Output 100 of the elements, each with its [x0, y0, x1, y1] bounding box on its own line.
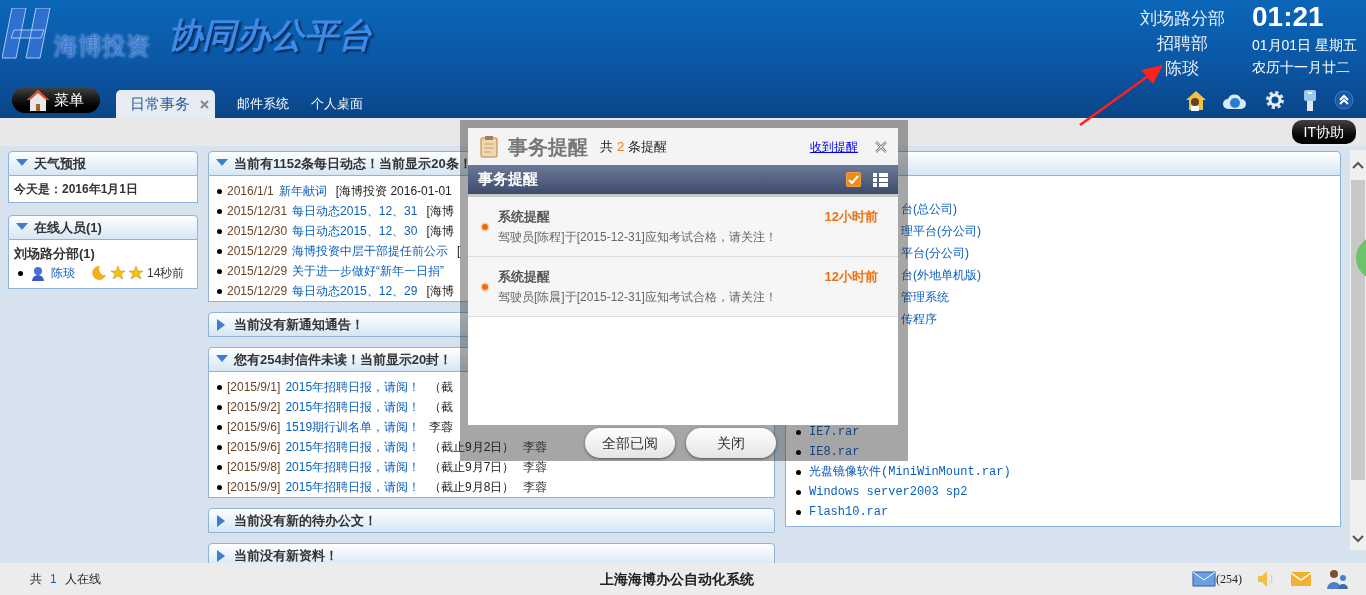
item-link[interactable]: 每日动态2015、12、29: [292, 282, 418, 300]
item-link[interactable]: 2015年招聘日报，请阅！: [285, 378, 421, 396]
panel-title: 当前没有新资料！: [234, 546, 338, 563]
reminder-time: 12小时前: [824, 207, 878, 226]
group-name: 刘场路分部(1): [14, 245, 96, 263]
download-link[interactable]: 传程序: [901, 310, 937, 328]
online-count: 1: [50, 571, 57, 588]
bullet-icon: [217, 444, 222, 450]
date-text: 2015/12/30: [227, 223, 288, 240]
list-view-icon[interactable]: [873, 172, 888, 187]
item-link[interactable]: 2015年招聘日报，请阅！: [285, 398, 421, 416]
select-all-checkbox[interactable]: [846, 172, 861, 187]
download-link[interactable]: Flash10.rar: [809, 503, 889, 521]
item-link[interactable]: 2015年招聘日报，请阅！: [285, 478, 421, 496]
panel-title: 当前没有新的待办公文！: [234, 511, 377, 530]
users-icon[interactable]: [1326, 569, 1348, 589]
reminder-count: 2: [617, 137, 625, 156]
download-link[interactable]: 台(总公司): [901, 200, 957, 218]
bullet-icon: [796, 429, 801, 435]
panel-header[interactable]: 当前没有新的待办公文！: [208, 508, 775, 533]
panel-header[interactable]: 天气预报: [8, 151, 198, 176]
tab[interactable]: 邮件系统: [237, 90, 289, 118]
reminder-item[interactable]: 系统提醒 12小时前 驾驶员[陈程]于[2015-12-31]应知考试合格，请关注！: [468, 197, 898, 257]
star-icon: [111, 266, 125, 280]
it-help-button[interactable]: IT协助: [1291, 120, 1356, 144]
reminder-message: 驾驶员[陈晨]于[2015-12-31]应知考试合格，请关注！: [498, 289, 778, 307]
bullet-icon: [217, 208, 222, 214]
last-seen: 14秒前: [147, 265, 185, 282]
author-name: 李蓉: [523, 479, 548, 496]
item-note: [海博: [426, 283, 454, 300]
scrollbar[interactable]: [1350, 150, 1366, 550]
download-link[interactable]: 光盘镜像软件(MiniWinMount.rar): [809, 463, 1011, 481]
received-link[interactable]: 收到提醒: [810, 137, 858, 156]
clock-time: 01:21: [1252, 2, 1325, 32]
download-link[interactable]: Windows server2003 sp2: [809, 483, 968, 501]
bullet-icon: [796, 449, 801, 455]
dialog-title: 事务提醒: [508, 134, 588, 160]
reminder-message: 驾驶员[陈程]于[2015-12-31]应知考试合格，请关注！: [498, 229, 778, 247]
item-note: 李蓉: [429, 419, 454, 436]
download-link[interactable]: IE7.rar: [809, 423, 860, 441]
item-note: [海博: [426, 203, 454, 220]
download-link[interactable]: 管理系统: [901, 288, 949, 306]
item-note: （截: [429, 379, 454, 396]
panel-title: 当前没有新通知通告！: [234, 315, 364, 334]
panel-header[interactable]: 当前没有新资料！: [208, 543, 775, 563]
bullet-icon: [217, 268, 222, 274]
usb-key-icon[interactable]: [1302, 89, 1318, 111]
bullet-icon: [796, 469, 801, 475]
reminder-time: 12小时前: [824, 267, 878, 286]
menu-button[interactable]: 菜单: [12, 87, 100, 113]
bullet-icon: [796, 489, 801, 495]
item-link[interactable]: 每日动态2015、12、31: [292, 202, 418, 220]
bullet-icon: [18, 270, 23, 276]
bullet-icon: [217, 484, 222, 490]
item-note: （截: [429, 399, 454, 416]
item-link[interactable]: 海博投资中层干部提任前公示: [292, 242, 449, 260]
bullet-icon: [217, 404, 222, 410]
bullet-icon: [217, 248, 222, 254]
dialog-button[interactable]: 全部已阅: [585, 428, 675, 458]
settings-icon[interactable]: [1264, 89, 1286, 111]
bullet-icon: [217, 228, 222, 234]
dialog-button[interactable]: 关闭: [686, 428, 776, 458]
mail-count: (254): [1216, 571, 1242, 588]
close-icon[interactable]: [200, 99, 209, 109]
item-link[interactable]: 1519期行训名单，请阅！: [285, 418, 421, 436]
date-text: 2015/12/29: [227, 283, 288, 300]
platform-title: 协同办公平台: [168, 18, 372, 52]
department-name: 招聘部: [1156, 33, 1208, 55]
weather-text: 今天是：2016年1月1日: [14, 181, 140, 197]
item-link[interactable]: 2015年招聘日报，请阅！: [285, 438, 421, 456]
item-note: （截止9月2日）: [429, 439, 515, 456]
clipboard-icon: [480, 135, 498, 158]
mail-icon[interactable]: [1192, 569, 1216, 589]
download-link[interactable]: IE8.rar: [809, 443, 860, 461]
reminder-item[interactable]: 系统提醒 12小时前 驾驶员[陈晨]于[2015-12-31]应知考试合格，请关注！: [468, 257, 898, 317]
bullet-icon: [217, 384, 222, 390]
home-user-icon[interactable]: [1184, 89, 1206, 111]
date-text: [2015/9/8]: [227, 459, 281, 476]
panel-title: 天气预报: [34, 154, 86, 173]
panel-title: 您有254封信件未读！当前显示20封！: [234, 350, 453, 369]
download-link[interactable]: 理平台(分公司): [901, 222, 981, 240]
item-link[interactable]: 2015年招聘日报，请阅！: [285, 458, 421, 476]
item-link[interactable]: 每日动态2015、12、30: [292, 222, 418, 240]
panel-title: 当前有1152条每日动态！当前显示20条！: [234, 154, 472, 173]
collapse-up-icon[interactable]: [1334, 90, 1354, 110]
item-link[interactable]: 关于进一步做好“新年一日捐”: [292, 262, 445, 280]
download-link[interactable]: 台(外地单机版): [901, 266, 981, 284]
item-note: [海博: [426, 223, 454, 240]
download-link[interactable]: 平台(分公司): [901, 244, 969, 262]
tab[interactable]: 日常事务: [116, 90, 215, 118]
tab[interactable]: 个人桌面: [311, 90, 363, 118]
user-link[interactable]: 陈琰: [51, 264, 75, 282]
lunar-date: 农历十一月廿二: [1252, 58, 1351, 77]
item-link[interactable]: 新年献词: [278, 182, 327, 200]
date-text: 2015/12/29: [227, 263, 288, 280]
reminder-title: 系统提醒: [498, 207, 550, 226]
online-label: 人在线: [64, 571, 101, 588]
reminder-title: 系统提醒: [498, 267, 550, 286]
panel-header[interactable]: 在线人员(1): [8, 215, 198, 240]
close-icon[interactable]: [874, 139, 888, 154]
